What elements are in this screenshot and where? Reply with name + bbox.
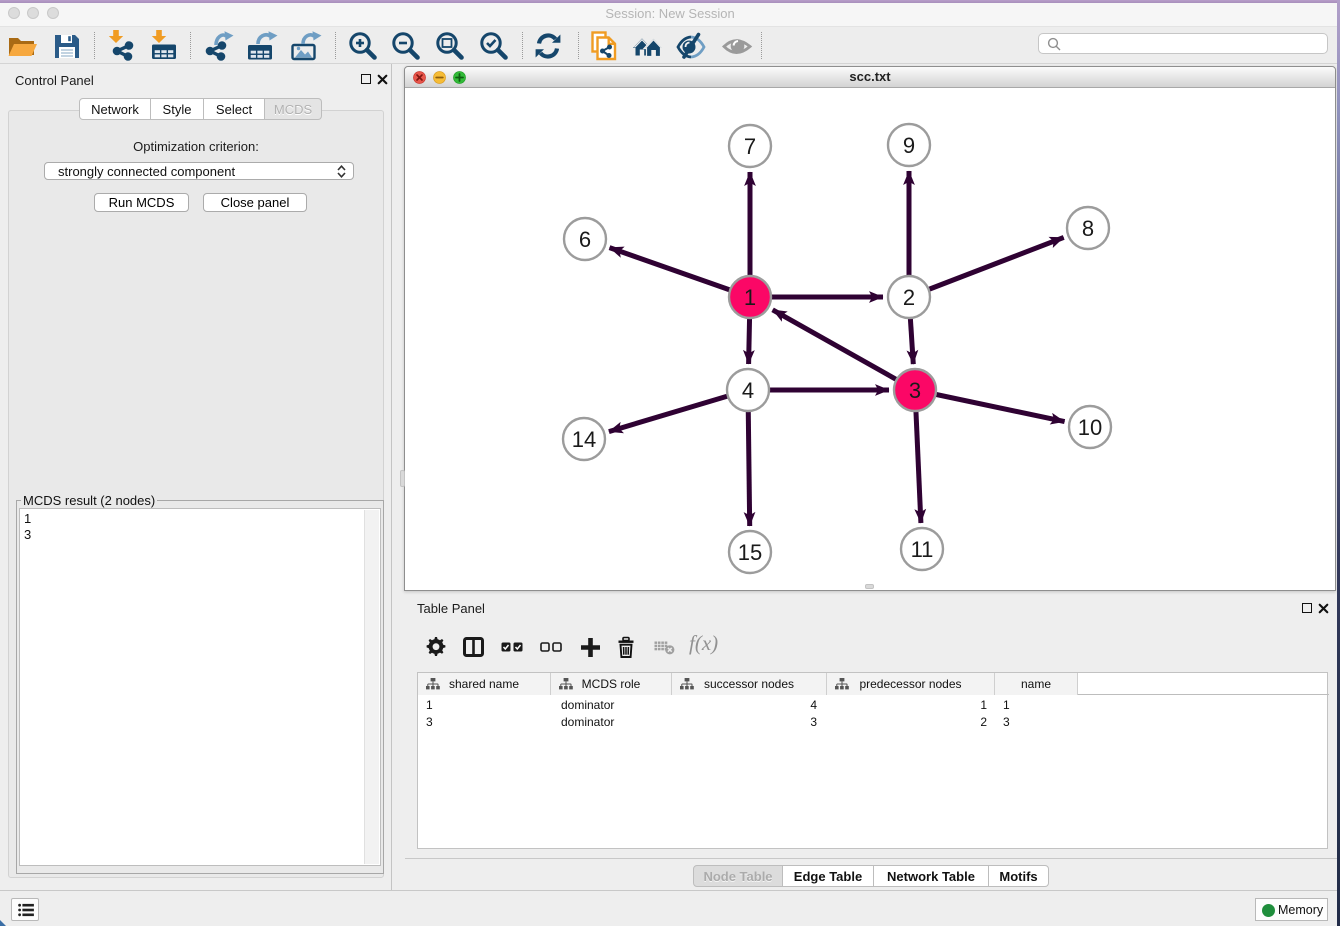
svg-text:3: 3 (909, 378, 921, 403)
svg-text:9: 9 (903, 133, 915, 158)
svg-text:7: 7 (744, 134, 756, 159)
svg-text:10: 10 (1078, 415, 1102, 440)
svg-text:11: 11 (911, 537, 934, 562)
svg-text:6: 6 (579, 227, 591, 252)
svg-text:14: 14 (572, 427, 596, 452)
svg-text:2: 2 (903, 285, 915, 310)
svg-text:15: 15 (738, 540, 762, 565)
svg-text:8: 8 (1082, 216, 1094, 241)
svg-text:1: 1 (744, 285, 756, 310)
svg-text:4: 4 (742, 378, 754, 403)
